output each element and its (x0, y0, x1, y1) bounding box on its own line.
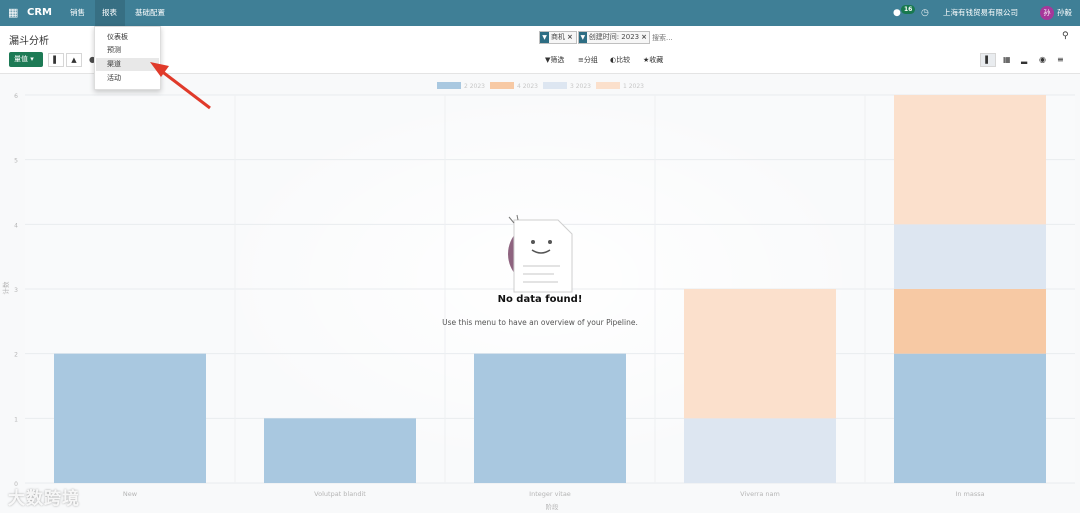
no-data-help-text: Use this menu to have an overview of you… (442, 318, 638, 327)
company-switcher[interactable]: 上海有钱贸易有限公司 (943, 0, 1018, 26)
list-view-icon[interactable]: ≡ (1057, 55, 1064, 64)
filter-funnel-icon: ▼ (540, 32, 549, 43)
chat-icon[interactable]: ● (893, 0, 901, 26)
reports-item-forecast[interactable]: 预测 (96, 44, 159, 57)
graph-view-icon[interactable]: ▌ (980, 53, 996, 67)
y-tick-label: 3 (14, 287, 18, 294)
filter-menu-button[interactable]: ▼筛选 (545, 55, 564, 65)
menu-configuration[interactable]: 基础配置 (135, 0, 165, 26)
bar-chart-view-icon[interactable]: ▌ (48, 53, 64, 67)
legend-swatch (543, 82, 567, 89)
bar-segment (684, 289, 836, 419)
reports-item-pipeline[interactable]: 渠道 (96, 58, 159, 71)
no-data-helper: No data found! Use this menu to have an … (390, 214, 690, 334)
reports-dropdown-menu: 仪表板 预测 渠道 活动 (94, 26, 161, 90)
search-input[interactable] (652, 31, 1052, 44)
user-avatar[interactable]: 孙 (1040, 6, 1054, 20)
filter-facet-opportunity[interactable]: ▼ 商机 × (539, 31, 577, 44)
x-tick-label: New (123, 490, 138, 498)
menu-reports[interactable]: 报表 (95, 0, 125, 26)
legend-label: 1 2023 (623, 83, 644, 90)
notification-badge: 16 (901, 5, 916, 14)
x-tick-label: Volutpat blandit (314, 490, 366, 498)
y-tick-label: 6 (14, 93, 18, 100)
page-title: 漏斗分析 (9, 36, 49, 47)
pivot-view-icon[interactable]: ▦ (1003, 55, 1011, 64)
filter-facet-created-date[interactable]: ▼ 创建时间: 2023 × (578, 31, 650, 44)
line-chart-view-icon[interactable]: ▲ (66, 53, 82, 67)
measures-button[interactable]: 量值 ▾ (9, 52, 43, 67)
y-tick-label: 4 (14, 222, 18, 229)
legend-label: 3 2023 (570, 83, 591, 90)
top-navbar: ▦ CRM 销售 报表 基础配置 ● 16 ◷ 上海有钱贸易有限公司 孙 孙毅 (0, 0, 1080, 26)
apps-menu-icon[interactable]: ▦ (8, 0, 18, 26)
legend-label: 4 2023 (517, 83, 538, 90)
x-tick-label: Viverra nam (740, 490, 780, 498)
y-tick-label: 1 (14, 416, 18, 423)
watermark-logo: 大数跨境 (8, 489, 80, 509)
compare-menu-button[interactable]: ◐比较 (610, 55, 630, 65)
bar-segment (264, 418, 416, 483)
cohort-view-icon[interactable]: ▂ (1021, 55, 1027, 64)
reports-item-activities[interactable]: 活动 (96, 72, 159, 85)
favorites-menu-button[interactable]: ★收藏 (643, 55, 663, 65)
remove-facet-icon[interactable]: × (641, 32, 649, 43)
y-axis-label: 计数 (1, 281, 10, 295)
bar-segment (54, 353, 206, 483)
bar-segment (894, 224, 1046, 289)
y-tick-label: 2 (14, 352, 18, 359)
legend-swatch (596, 82, 620, 89)
activity-clock-icon[interactable]: ◷ (921, 0, 929, 26)
filter-funnel-icon: ▼ (579, 32, 587, 43)
user-name[interactable]: 孙毅 (1057, 0, 1072, 26)
measures-label: 量值 (14, 55, 28, 63)
x-tick-label: Integer vitae (529, 490, 571, 498)
reports-item-dashboard[interactable]: 仪表板 (96, 31, 159, 44)
remove-facet-icon[interactable]: × (567, 32, 575, 43)
bar-segment (894, 289, 1046, 354)
menu-sales[interactable]: 销售 (70, 0, 85, 26)
search-icon[interactable]: ⚲ (1062, 31, 1069, 41)
app-name[interactable]: CRM (27, 0, 52, 26)
y-tick-label: 5 (14, 158, 18, 165)
bar-segment (894, 95, 1046, 225)
chart-area: 0 1 2 3 4 5 6 New Volutpat blandit Integer vitae V… (0, 74, 1080, 513)
no-data-title: No data found! (497, 294, 583, 305)
legend-swatch (437, 82, 461, 89)
legend-swatch (490, 82, 514, 89)
x-tick-label: In massa (955, 490, 984, 498)
bar-segment (894, 353, 1046, 483)
x-axis-label: 阶段 (546, 502, 560, 511)
bar-segment (684, 418, 836, 483)
dashboard-view-icon[interactable]: ◉ (1039, 55, 1046, 64)
groupby-menu-button[interactable]: ≡分组 (578, 55, 598, 65)
no-data-illustration-icon (508, 214, 573, 293)
legend-label: 2 2023 (464, 83, 485, 90)
bar-segment (474, 353, 626, 483)
